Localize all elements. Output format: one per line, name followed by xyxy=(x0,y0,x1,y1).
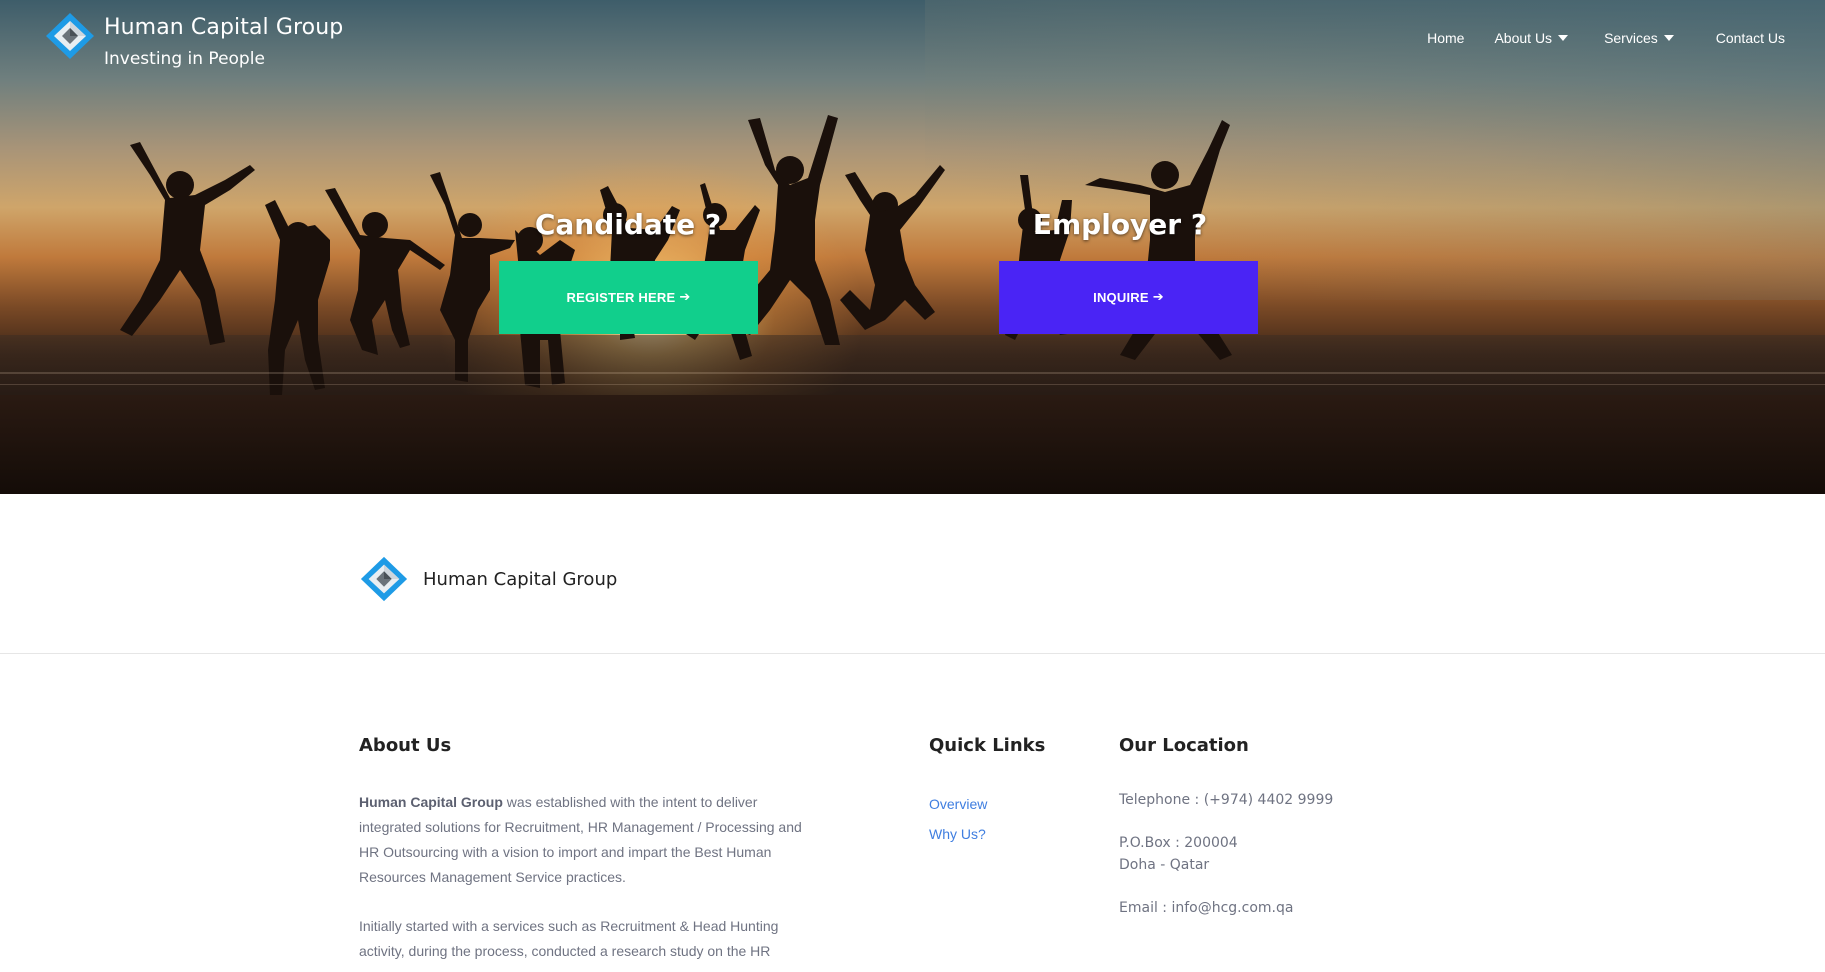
footer-city: Doha - Qatar xyxy=(1119,857,1210,873)
diamond-logo-icon xyxy=(360,556,408,602)
footer-about-company: Human Capital Group xyxy=(359,794,503,810)
quick-links-list: Overview Why Us? xyxy=(929,789,1079,849)
chevron-down-icon xyxy=(1663,35,1674,41)
link-overview[interactable]: Overview xyxy=(929,789,1079,819)
main-nav: Home About Us Services Contact Us xyxy=(1427,30,1785,46)
footer-location-heading: Our Location xyxy=(1119,735,1249,756)
footer-about-column: About Us Human Capital Group was establi… xyxy=(359,735,809,964)
inquire-label: INQUIRE xyxy=(1093,290,1149,305)
nav-contact-us-label: Contact Us xyxy=(1715,30,1785,46)
nav-services-label: Services xyxy=(1604,30,1658,46)
register-here-button[interactable]: REGISTER HERE ➔ xyxy=(499,261,758,334)
brand[interactable]: Human Capital Group Investing in People xyxy=(44,12,343,74)
brand-title: Human Capital Group xyxy=(104,15,344,40)
employer-heading: Employer ? xyxy=(1032,208,1208,241)
hero-banner: Human Capital Group Investing in People … xyxy=(0,0,1825,494)
brand-tagline: Investing in People xyxy=(104,49,265,69)
nav-contact-us[interactable]: Contact Us xyxy=(1716,30,1785,46)
diamond-logo-icon xyxy=(46,13,94,59)
nav-home[interactable]: Home xyxy=(1427,30,1464,46)
link-why-us[interactable]: Why Us? xyxy=(929,819,1079,849)
footer-quick-links-heading: Quick Links xyxy=(929,735,1046,756)
candidate-heading: Candidate ? xyxy=(534,208,722,241)
chevron-down-icon xyxy=(1558,35,1569,41)
footer-about-heading: About Us xyxy=(359,735,452,756)
inquire-button[interactable]: INQUIRE ➔ xyxy=(999,261,1258,334)
footer-about-paragraph-2: Initially started with a services such a… xyxy=(359,918,779,959)
arrow-right-icon: ➔ xyxy=(1152,290,1164,305)
footer-logo-band: Human Capital Group xyxy=(0,494,1825,654)
footer-location-column: Our Location Telephone : (+974) 4402 999… xyxy=(1119,735,1419,919)
nav-home-label: Home xyxy=(1427,30,1465,46)
arrow-right-icon: ➔ xyxy=(679,290,691,305)
footer-email: Email : info@hcg.com.qa xyxy=(1119,900,1294,916)
footer-brand[interactable]: Human Capital Group xyxy=(359,554,617,604)
footer-about-paragraph: Human Capital Group was established with… xyxy=(359,790,809,890)
footer: About Us Human Capital Group was establi… xyxy=(0,655,1825,972)
footer-quick-links-column: Quick Links Overview Why Us? xyxy=(929,735,1079,849)
footer-po-box: P.O.Box : 200004 xyxy=(1119,835,1238,851)
nav-about-us-label: About Us xyxy=(1494,30,1553,46)
nav-about-us[interactable]: About Us xyxy=(1494,30,1569,46)
jumping-people-silhouettes xyxy=(0,115,1825,395)
footer-telephone: Telephone : (+974) 4402 9999 xyxy=(1119,792,1334,808)
footer-brand-name: Human Capital Group xyxy=(423,568,618,590)
nav-services[interactable]: Services xyxy=(1604,30,1674,46)
register-here-label: REGISTER HERE xyxy=(566,290,676,305)
